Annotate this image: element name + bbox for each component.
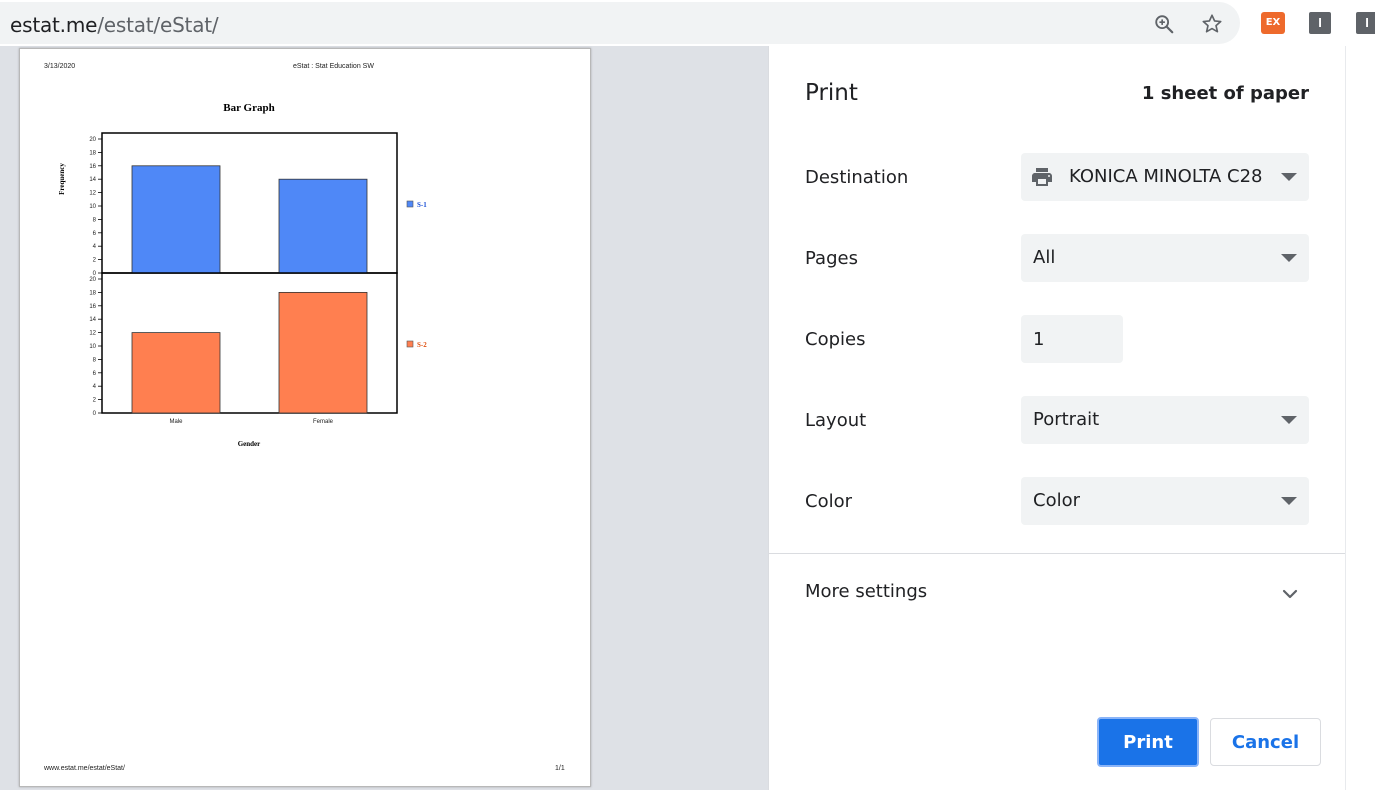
y-tick-label: 8 xyxy=(93,357,97,363)
x-axis-label: Gender xyxy=(238,440,261,448)
pages-select[interactable]: All xyxy=(1021,234,1309,282)
y-tick-label: 8 xyxy=(93,217,97,223)
y-tick-label: 16 xyxy=(89,304,96,310)
print-button[interactable]: Print xyxy=(1097,717,1199,767)
x-tick-label: Male xyxy=(169,419,183,425)
legend-swatch xyxy=(406,340,414,348)
copies-label: Copies xyxy=(805,329,866,350)
print-settings-panel: Print 1 sheet of paper Destination KONIC… xyxy=(768,46,1346,790)
copies-input[interactable] xyxy=(1021,315,1123,363)
layout-select[interactable]: Portrait xyxy=(1021,396,1309,444)
panel-title: Print xyxy=(805,80,858,106)
scrollbar-area[interactable] xyxy=(1345,46,1375,790)
y-tick-label: 12 xyxy=(89,191,96,197)
expand-chevron-icon xyxy=(1282,589,1298,599)
chevron-down-icon xyxy=(1281,173,1297,181)
y-tick-label: 10 xyxy=(89,344,96,350)
y-axis-label: Frequency xyxy=(58,163,66,195)
bar xyxy=(278,291,368,414)
y-tick-label: 2 xyxy=(93,258,97,264)
layout-label: Layout xyxy=(805,410,867,431)
y-tick-label: 18 xyxy=(89,290,96,296)
chevron-down-icon xyxy=(1281,254,1297,262)
zoom-icon[interactable] xyxy=(1153,13,1175,35)
y-tick-label: 12 xyxy=(89,331,96,337)
y-tick-label: 20 xyxy=(89,137,96,143)
color-value: Color xyxy=(1033,490,1080,511)
bar xyxy=(131,165,221,274)
y-tick-label: 6 xyxy=(93,231,97,237)
y-tick-label: 14 xyxy=(89,177,96,183)
x-tick-label: Female xyxy=(313,419,334,425)
legend-label: S-2 xyxy=(417,341,427,349)
y-tick-label: 6 xyxy=(93,371,97,377)
y-tick-label: 4 xyxy=(93,384,97,390)
pages-value: All xyxy=(1033,247,1056,268)
divider xyxy=(769,553,1346,554)
legend-swatch xyxy=(406,200,414,208)
y-tick-label: 14 xyxy=(89,317,96,323)
footer-url: www.estat.me/estat/eStat/ xyxy=(44,765,125,772)
extension-3-icon[interactable]: I xyxy=(1356,12,1375,34)
y-tick-label: 16 xyxy=(89,164,96,170)
y-tick-label: 18 xyxy=(89,150,96,156)
print-preview-area: 3/13/2020 eStat : Stat Education SW Bar … xyxy=(0,46,768,790)
pages-label: Pages xyxy=(805,248,858,269)
y-tick-label: 0 xyxy=(93,411,97,417)
color-label: Color xyxy=(805,491,852,512)
bar xyxy=(278,178,368,274)
url-text[interactable]: estat.me/estat/eStat/ xyxy=(10,13,219,37)
extension-2-icon[interactable]: I xyxy=(1309,12,1331,34)
url-path: /estat/eStat/ xyxy=(97,13,219,37)
sheet-count: 1 sheet of paper xyxy=(1141,83,1309,104)
legend-label: S-1 xyxy=(417,201,427,209)
destination-select[interactable]: KONICA MINOLTA C28 xyxy=(1021,153,1309,201)
destination-value: KONICA MINOLTA C28 xyxy=(1069,166,1263,187)
bookmark-star-icon[interactable] xyxy=(1201,13,1223,35)
bar-graph: Bar Graph Frequency Gender 0 2 4 6 8 10 12 14 16… xyxy=(58,102,427,448)
y-tick-label: 20 xyxy=(89,277,96,283)
chart-marks: 02468101214161820S-102468101214161820S-2… xyxy=(89,132,427,425)
chart-title: Bar Graph xyxy=(223,102,274,114)
y-tick-label: 4 xyxy=(93,244,97,250)
more-settings-toggle[interactable]: More settings xyxy=(769,561,1346,621)
browser-toolbar: estat.me/estat/eStat/ EX I I xyxy=(0,0,1375,46)
ex-extension-icon[interactable]: EX xyxy=(1261,12,1285,34)
bar xyxy=(131,332,221,414)
cancel-button[interactable]: Cancel xyxy=(1210,718,1321,766)
y-tick-label: 2 xyxy=(93,398,97,404)
destination-label: Destination xyxy=(805,167,909,188)
chevron-down-icon xyxy=(1281,416,1297,424)
color-select[interactable]: Color xyxy=(1021,477,1309,525)
url-host: estat.me xyxy=(10,13,98,37)
preview-page: 3/13/2020 eStat : Stat Education SW Bar … xyxy=(19,48,591,787)
printer-icon xyxy=(1032,168,1052,186)
layout-value: Portrait xyxy=(1033,409,1100,430)
address-bar[interactable]: estat.me/estat/eStat/ xyxy=(0,2,1240,44)
footer-page: 1/1 xyxy=(555,765,565,772)
more-settings-label: More settings xyxy=(805,581,928,602)
y-tick-label: 10 xyxy=(89,204,96,210)
chevron-down-icon xyxy=(1281,497,1297,505)
